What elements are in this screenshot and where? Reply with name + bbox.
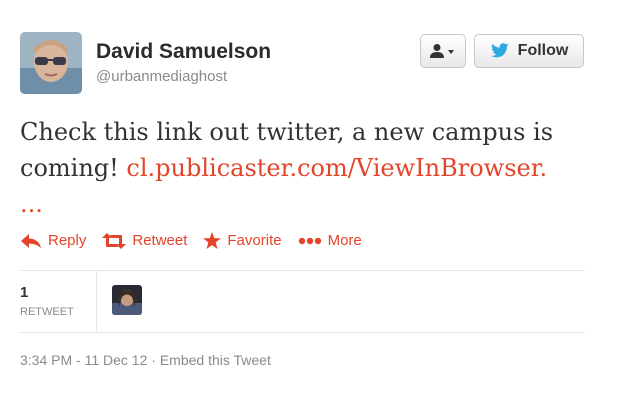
author-avatar[interactable] (20, 32, 82, 94)
divider-bottom (20, 332, 585, 333)
favorite-button[interactable]: Favorite (203, 232, 282, 249)
tweet-link-ellipsis[interactable]: ... (20, 190, 43, 218)
retweet-icon (102, 232, 127, 249)
author-name[interactable]: David Samuelson (96, 40, 271, 64)
reply-icon (21, 233, 41, 248)
meta-separator: · (147, 352, 160, 368)
user-actions-button[interactable] (420, 34, 466, 68)
author-handle[interactable]: @urbanmediaghost (96, 68, 227, 85)
tweet-link[interactable]: cl.publicaster.com/ViewInBrowser. (126, 154, 547, 182)
reply-label: Reply (48, 232, 87, 249)
tweet-timestamp[interactable]: 3:34 PM - 11 Dec 12 (20, 352, 147, 368)
follow-button[interactable]: Follow (474, 34, 584, 68)
stats-divider (96, 270, 97, 332)
favorite-label: Favorite (227, 232, 282, 249)
more-dots-icon (298, 237, 321, 244)
tweet-meta: 3:34 PM - 11 Dec 12 · Embed this Tweet (20, 352, 271, 368)
reply-button[interactable]: Reply (20, 232, 86, 249)
star-icon (203, 232, 222, 249)
retweeter-avatar[interactable] (112, 285, 142, 315)
retweet-count-label: RETWEET (20, 306, 74, 318)
more-label: More (327, 232, 362, 249)
divider-top (20, 270, 585, 271)
more-button[interactable]: More (298, 232, 362, 249)
follow-label: Follow (517, 42, 569, 59)
tweet-text: Check this link out twitter, a new campu… (20, 114, 600, 222)
embed-tweet-link[interactable]: Embed this Tweet (160, 352, 271, 368)
retweet-count[interactable]: 1 (20, 284, 28, 301)
retweet-button[interactable]: Retweet (102, 232, 187, 249)
twitter-bird-icon (490, 43, 509, 58)
user-dropdown-icon (430, 44, 454, 58)
retweet-label: Retweet (132, 232, 188, 249)
tweet-actions: Reply Retweet Favorite More (20, 232, 378, 249)
